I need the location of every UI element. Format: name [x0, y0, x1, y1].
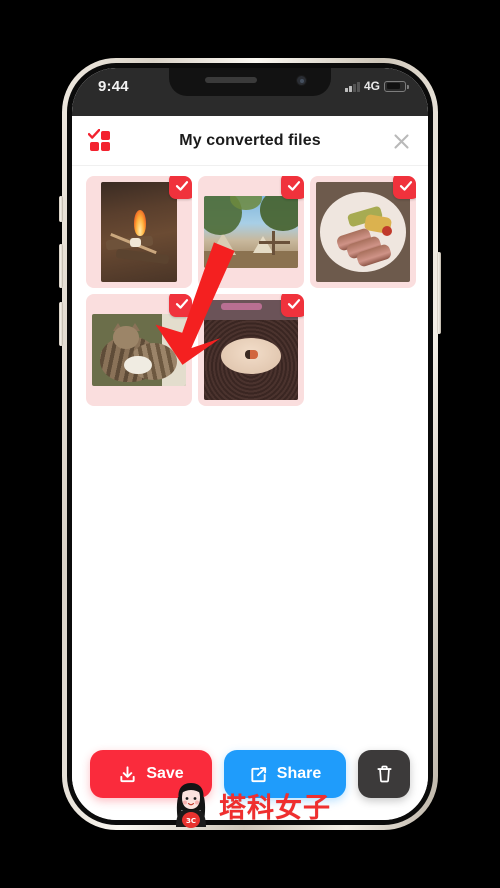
delete-button[interactable] [358, 750, 410, 798]
campfire-marshmallow-photo [101, 182, 177, 282]
app-content: My converted files Save Share [72, 116, 428, 820]
four-squares-check-logo [88, 129, 112, 153]
screenshot-root: 9:44 4G My converted files Save Share 3C… [0, 0, 500, 888]
logo-square-top-right [101, 131, 110, 140]
svg-text:3C: 3C [186, 817, 196, 825]
file-thumbnail-card[interactable] [198, 294, 304, 406]
volume-up-button[interactable] [59, 244, 63, 288]
file-thumbnail-card[interactable] [310, 176, 416, 288]
download-icon [120, 765, 135, 782]
cellular-signal-icon [345, 81, 360, 92]
notch [169, 68, 331, 96]
watermark: 3C 塔科女子 [169, 780, 331, 830]
girl-avatar-3c-logo: 3C [176, 783, 206, 828]
checkmark-icon [287, 181, 301, 191]
logo-square-bottom-right [101, 142, 110, 151]
trash-can-icon [376, 765, 392, 783]
selected-check-badge[interactable] [169, 294, 192, 317]
status-bar-indicators: 4G [345, 79, 409, 93]
file-thumbnail-card[interactable] [198, 176, 304, 288]
battery-icon [384, 80, 409, 92]
selected-check-badge[interactable] [393, 176, 416, 199]
power-button[interactable] [437, 252, 441, 334]
page-title: My converted files [179, 131, 321, 149]
app-header: My converted files [72, 116, 428, 166]
campsite-trees-photo [204, 196, 298, 268]
close-button[interactable] [388, 128, 414, 154]
front-camera-icon [296, 75, 307, 86]
status-bar: 9:44 4G [72, 68, 428, 116]
network-type-label: 4G [363, 79, 380, 93]
checkmark-icon [88, 129, 100, 139]
phone-screen: 9:44 4G My converted files Save Share [72, 68, 428, 820]
selected-check-badge[interactable] [281, 294, 304, 317]
converted-files-grid [72, 166, 428, 406]
file-thumbnail-card[interactable] [86, 294, 192, 406]
logo-square-bottom-left [90, 142, 99, 151]
phone-frame: 9:44 4G My converted files Save Share [62, 58, 438, 830]
selected-check-badge[interactable] [169, 176, 192, 199]
checkmark-icon [175, 181, 189, 191]
file-thumbnail-card[interactable] [86, 176, 192, 288]
volume-down-button[interactable] [59, 302, 63, 346]
checkmark-icon [175, 299, 189, 309]
watermark-text: 塔科女子 [219, 792, 331, 824]
close-x-icon [393, 133, 409, 149]
earpiece-speaker [205, 77, 257, 83]
mute-switch[interactable] [59, 196, 63, 222]
sleeping-cats-photo [92, 314, 186, 386]
checkmark-icon [287, 299, 301, 309]
selected-check-badge[interactable] [281, 176, 304, 199]
status-bar-time: 9:44 [98, 78, 129, 95]
checkmark-icon [399, 181, 413, 191]
